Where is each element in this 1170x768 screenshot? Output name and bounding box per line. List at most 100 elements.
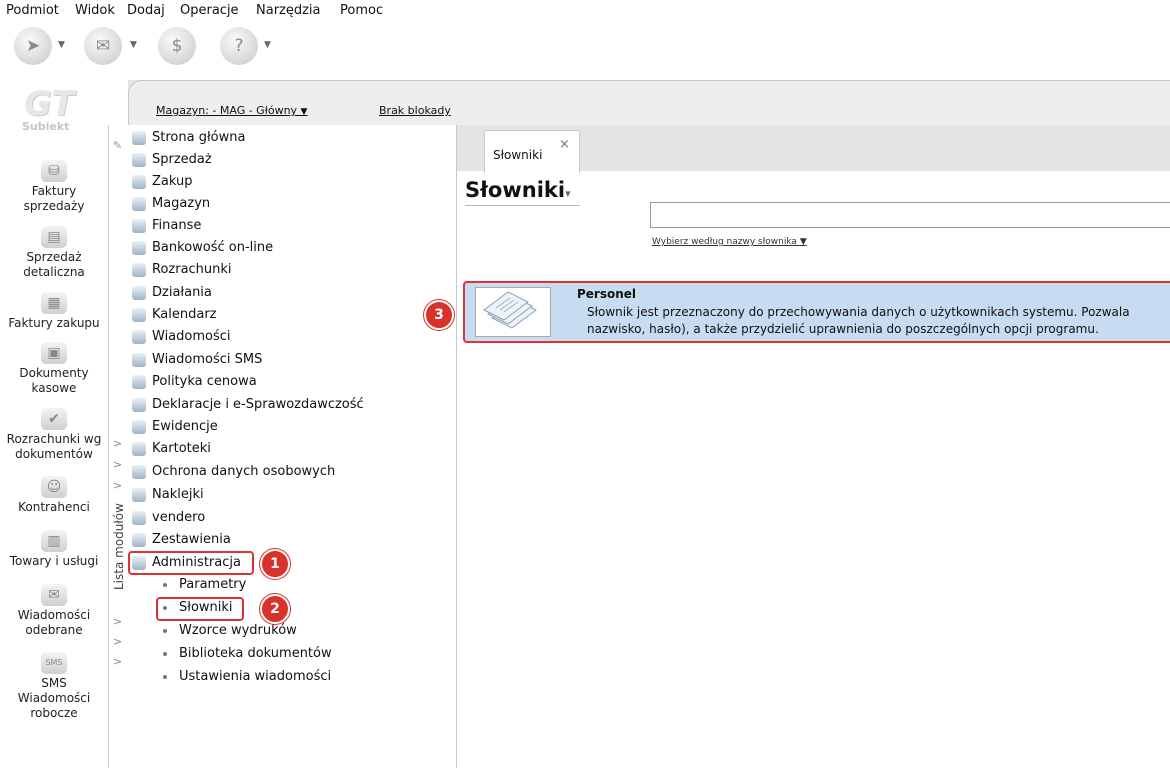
submodule-biblioteka[interactable]: Biblioteka dokumentów (163, 643, 332, 664)
menu-narzedzia[interactable]: Narzędzia (256, 3, 321, 18)
subiekt-logo: GT Subiekt (12, 84, 92, 138)
module-wiadomosci-sms[interactable]: Wiadomości SMS (132, 349, 262, 370)
calendar-icon (132, 307, 146, 322)
module-list-strip[interactable]: ✎ > > > > > > Lista modułów (108, 125, 130, 768)
module-label: Strona główna (152, 130, 246, 145)
page-title[interactable]: Słowniki▾ (465, 178, 571, 202)
module-strona-glowna[interactable]: Strona główna (132, 127, 245, 148)
module-label: Ewidencje (152, 419, 218, 434)
menu-pomoc[interactable]: Pomoc (340, 3, 383, 18)
sidebar-label: detaliczna (23, 265, 85, 279)
submodule-label: Parametry (179, 577, 247, 592)
dollar-button[interactable]: $ (158, 27, 196, 65)
module-label: Polityka cenowa (152, 374, 257, 389)
module-label: Kalendarz (152, 307, 217, 322)
sidebar-item-dokumenty-kasowe[interactable]: ▣ Dokumenty kasowe (0, 342, 108, 396)
module-kartoteki[interactable]: Kartoteki (132, 438, 211, 459)
bullet (163, 582, 167, 587)
menu-bar: Podmiot Widok Dodaj Operacje Narzędzia P… (0, 0, 1170, 22)
bullet (163, 651, 167, 656)
sidebar-item-rozrachunki[interactable]: ✔ Rozrachunki wg dokumentów (0, 408, 108, 462)
toolbar: ➤ ▼ ✉ ▼ $ ? ▼ (0, 22, 1170, 80)
mail-button[interactable]: ✉ (84, 27, 122, 65)
warehouse-icon (132, 196, 146, 211)
module-label: Wiadomości SMS (152, 352, 263, 367)
menu-widok[interactable]: Widok (75, 3, 115, 18)
lock-status-link[interactable]: Brak blokady (379, 104, 451, 117)
menu-operacje[interactable]: Operacje (180, 3, 239, 18)
module-bankowosc[interactable]: Bankowość on-line (132, 237, 273, 258)
chevron-right-icon: > (113, 479, 123, 492)
sidebar-label: Towary i usługi (9, 554, 99, 568)
register-icon: ▤ (41, 226, 67, 248)
highlight-administracja (128, 551, 254, 575)
warehouse-selector[interactable]: Magazyn: - MAG - Główny ▼ (156, 104, 307, 117)
sidebar-label: sprzedaży (23, 199, 85, 213)
dictionary-card-personel[interactable]: Personel Słownik jest przeznaczony do pr… (463, 281, 1170, 343)
module-label: Bankowość on-line (152, 240, 274, 255)
module-vendero[interactable]: vendero (132, 507, 205, 528)
sidebar-item-kontrahenci[interactable]: ☺ Kontrahenci (0, 476, 108, 515)
module-label: Kartoteki (152, 441, 211, 456)
invoice-icon: ▦ (41, 292, 67, 314)
pencil-icon (132, 285, 146, 300)
sidebar-item-wiadomosci-odebrane[interactable]: ✉ Wiadomości odebrane (0, 584, 108, 638)
module-polityka-cenowa[interactable]: Polityka cenowa (132, 371, 257, 392)
module-label: Ochrona danych osobowych (152, 464, 336, 479)
module-ochrona-danych[interactable]: Ochrona danych osobowych (132, 461, 335, 482)
context-bar: Magazyn: - MAG - Główny ▼ Brak blokady (128, 80, 1170, 125)
pin-icon[interactable]: ✎ (113, 139, 122, 152)
module-finanse[interactable]: Finanse (132, 215, 201, 236)
sidebar-item-faktury-sprzedazy[interactable]: ⛁ Faktury sprzedaży (0, 160, 108, 214)
send-icon: ➤ (25, 36, 41, 56)
submodule-ustawienia[interactable]: Ustawienia wiadomości (163, 666, 331, 687)
module-naklejki[interactable]: Naklejki (132, 484, 204, 505)
module-magazyn[interactable]: Magazyn (132, 193, 210, 214)
coins-icon: ⛁ (41, 160, 67, 182)
module-wiadomosci[interactable]: Wiadomości (132, 326, 231, 347)
send-button[interactable]: ➤ (14, 27, 52, 65)
bullet (163, 628, 167, 633)
module-label: Wiadomości (152, 329, 231, 344)
sidebar-item-faktury-zakupu[interactable]: ▦ Faktury zakupu (0, 292, 108, 331)
chevron-right-icon: > (113, 635, 123, 648)
chevron-down-icon[interactable]: ▼ (130, 40, 137, 50)
module-dzialania[interactable]: Działania (132, 282, 212, 303)
close-icon[interactable]: × (559, 137, 570, 152)
chevron-down-icon: ▼ (300, 107, 308, 117)
card-description: nazwisko, hasło), a także przydzielić up… (587, 322, 1099, 336)
module-deklaracje[interactable]: Deklaracje i e-Sprawozdawczość (132, 394, 364, 415)
sidebar-item-sprzedaz-detaliczna[interactable]: ▤ Sprzedaż detaliczna (0, 226, 108, 280)
module-rozrachunki[interactable]: Rozrachunki (132, 259, 232, 280)
submodule-parametry[interactable]: Parametry (163, 574, 246, 595)
chevron-down-icon[interactable]: ▼ (58, 40, 65, 50)
filter-selector[interactable]: Wybierz według nazwy słownika ▼ (652, 237, 807, 247)
module-ewidencje[interactable]: Ewidencje (132, 416, 218, 437)
warehouse-label: Magazyn: - MAG - Główny (156, 104, 298, 117)
sidebar-item-sms-robocze[interactable]: SMS SMS Wiadomości robocze (0, 652, 108, 721)
report-icon (132, 532, 146, 547)
tab-slowniki[interactable]: Słowniki × (484, 130, 580, 173)
menu-podmiot[interactable]: Podmiot (6, 3, 59, 18)
logo-mark: GT (24, 84, 75, 124)
step-badge-3: 3 (424, 300, 454, 330)
sidebar-label: odebrane (25, 623, 83, 637)
help-icon: ? (234, 36, 244, 56)
submodule-label: Ustawienia wiadomości (179, 669, 332, 684)
menu-dodaj[interactable]: Dodaj (127, 3, 165, 18)
chevron-down-icon[interactable]: ▼ (264, 40, 271, 50)
page-title-text: Słowniki (465, 178, 566, 202)
module-zestawienia[interactable]: Zestawienia (132, 529, 231, 550)
sidebar-label: Sprzedaż (26, 250, 82, 264)
search-input[interactable] (650, 202, 1170, 228)
chevron-right-icon: > (113, 655, 123, 668)
module-kalendarz[interactable]: Kalendarz (132, 304, 217, 325)
sidebar-item-towary[interactable]: ▥ Towary i usługi (0, 530, 108, 569)
module-sprzedaz[interactable]: Sprzedaż (132, 149, 212, 170)
checkmark-icon (132, 262, 146, 277)
help-button[interactable]: ? (220, 27, 258, 65)
module-zakup[interactable]: Zakup (132, 171, 193, 192)
sidebar-label: Wiadomości (17, 691, 91, 705)
highlight-slowniki (156, 597, 244, 621)
module-label: Rozrachunki (152, 262, 232, 277)
